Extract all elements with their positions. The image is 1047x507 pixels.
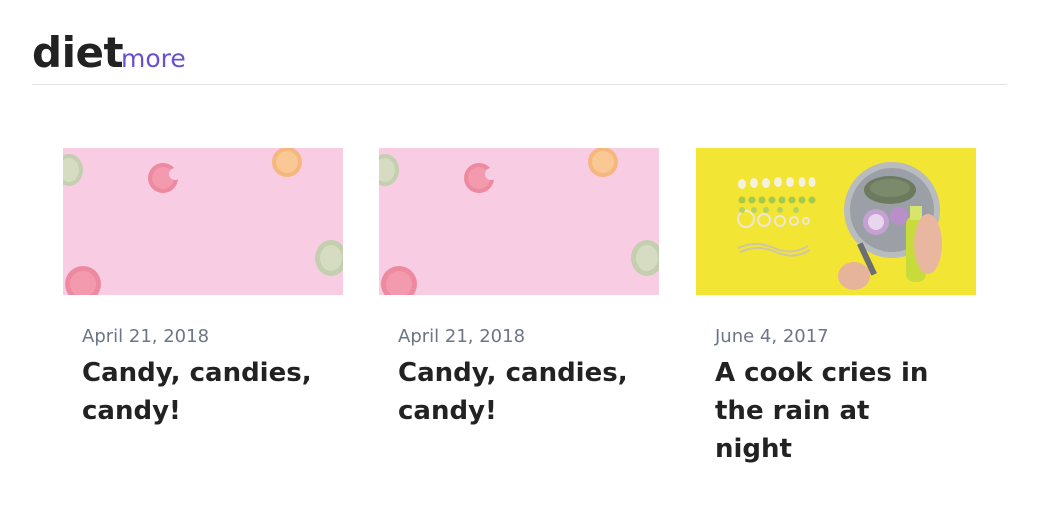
post-date: April 21, 2018 bbox=[82, 326, 210, 347]
post-thumbnail-link[interactable] bbox=[696, 148, 976, 295]
post-card: April 21, 2018 Candy, candies, candy! bbox=[63, 148, 343, 426]
section-title: diet bbox=[32, 28, 124, 77]
post-meta: June 4, 2017 A cook cries in the rain at… bbox=[715, 326, 975, 468]
section-header: diet more bbox=[32, 28, 1007, 85]
post-card: June 4, 2017 A cook cries in the rain at… bbox=[696, 148, 976, 464]
macarons-image bbox=[379, 148, 659, 295]
post-title-link[interactable]: Candy, candies, candy! bbox=[82, 354, 322, 430]
post-date: June 4, 2017 bbox=[715, 326, 829, 347]
more-link[interactable]: more bbox=[121, 44, 186, 74]
post-card: April 21, 2018 Candy, candies, candy! bbox=[379, 148, 659, 426]
post-thumbnail-link[interactable] bbox=[379, 148, 659, 295]
post-title-link[interactable]: A cook cries in the rain at night bbox=[715, 354, 955, 468]
post-thumbnail-link[interactable] bbox=[63, 148, 343, 295]
post-title-link[interactable]: Candy, candies, candy! bbox=[398, 354, 638, 430]
post-date: April 21, 2018 bbox=[398, 326, 526, 347]
macarons-image bbox=[63, 148, 343, 295]
cooking-pan-image bbox=[696, 148, 976, 295]
post-meta: April 21, 2018 Candy, candies, candy! bbox=[398, 326, 658, 430]
post-meta: April 21, 2018 Candy, candies, candy! bbox=[82, 326, 342, 430]
